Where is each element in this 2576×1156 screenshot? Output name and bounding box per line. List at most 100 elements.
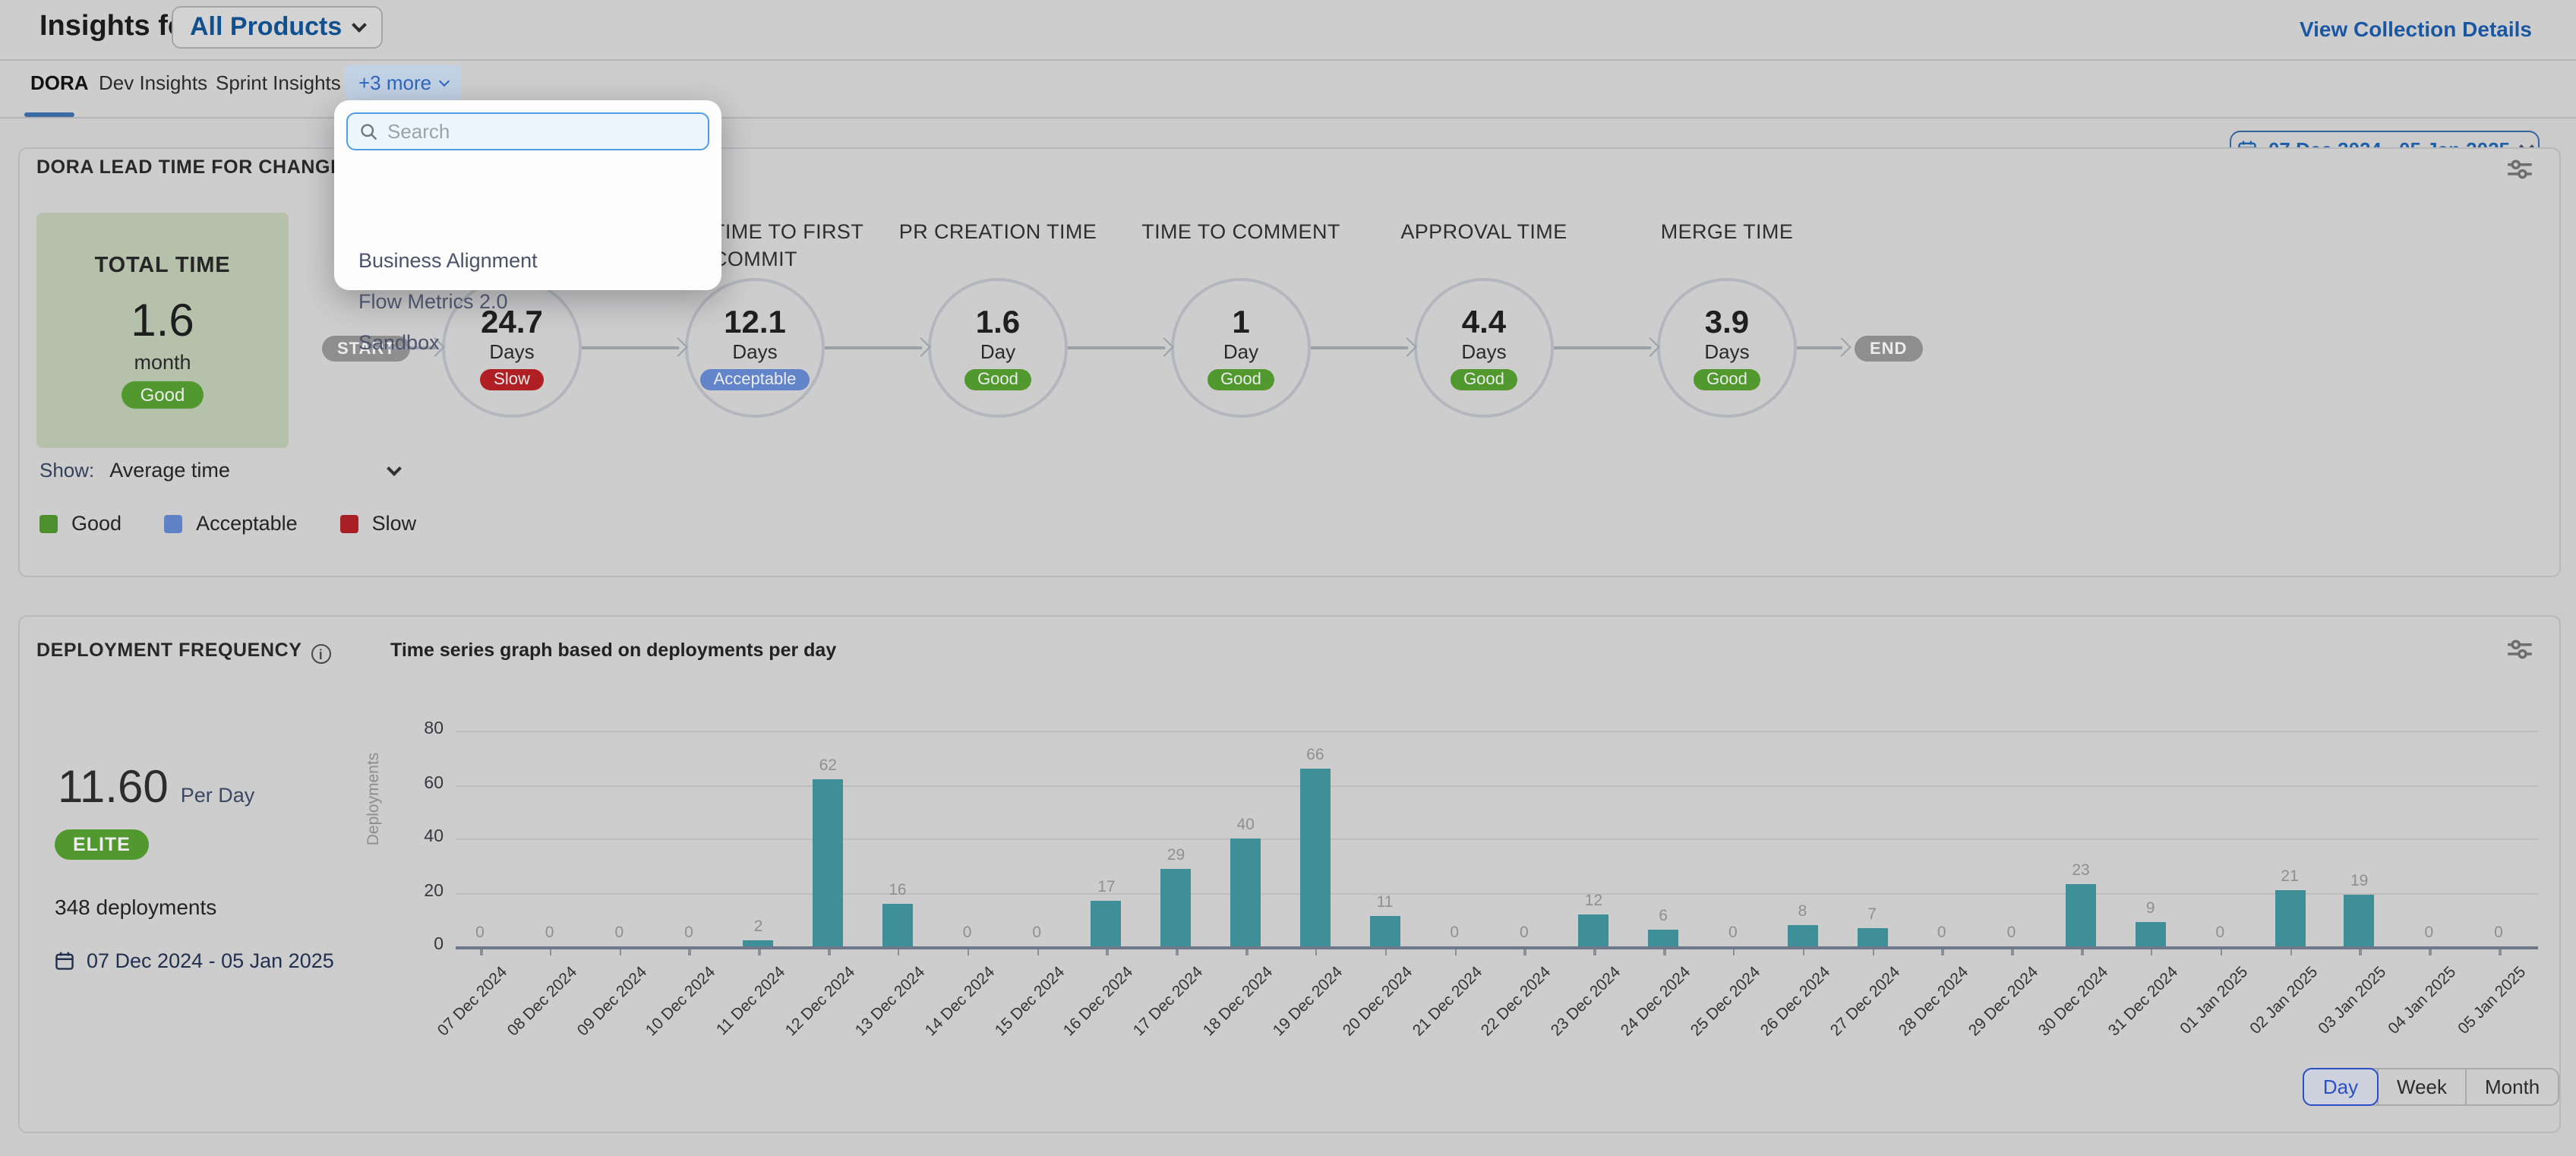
deployment-bar[interactable] — [743, 941, 774, 946]
widget-settings-icon[interactable] — [2506, 638, 2533, 659]
x-tick — [2081, 949, 2083, 955]
deployment-bar[interactable] — [2136, 922, 2166, 946]
collection-selector-button[interactable]: All Products — [172, 6, 383, 49]
y-tick-label: 60 — [365, 774, 444, 792]
more-tabs-button[interactable]: +3 more — [345, 65, 462, 100]
bar-value-label: 0 — [1981, 924, 2041, 942]
menu-item-business-alignment[interactable]: Business Alignment — [334, 240, 721, 281]
deployment-bar[interactable] — [2275, 889, 2305, 946]
widget-settings-icon[interactable] — [2506, 158, 2533, 179]
x-tick — [1176, 949, 1179, 955]
x-tick — [2151, 949, 2153, 955]
show-selector[interactable]: Show: Average time — [39, 459, 400, 482]
menu-item-flow-metrics[interactable]: Flow Metrics 2.0 — [334, 281, 721, 322]
stage-rating-badge: Good — [1693, 368, 1761, 390]
bar-value-label: 0 — [2189, 924, 2250, 942]
bar-value-label: 2 — [728, 918, 789, 936]
deployment-bar[interactable] — [2066, 884, 2096, 946]
stage-value: 12.1 — [724, 306, 786, 340]
stage-value: 1.6 — [976, 306, 1020, 340]
menu-item-sandbox[interactable]: Sandbox — [334, 322, 721, 363]
bar-value-label: 12 — [1563, 891, 1624, 909]
total-time-summary: TOTAL TIME 1.6 month Good — [36, 213, 289, 448]
chevron-down-icon — [352, 17, 367, 33]
active-tab-underline — [24, 112, 74, 117]
rating-legend: Good Acceptable Slow — [39, 512, 416, 535]
deployment-bar[interactable] — [1230, 839, 1261, 946]
bar-value-label: 8 — [1772, 902, 1833, 921]
deployment-bar[interactable] — [2344, 895, 2375, 946]
bar-value-label: 9 — [2120, 899, 2181, 918]
x-tick — [828, 949, 830, 955]
x-tick — [2290, 949, 2292, 955]
x-tick — [1524, 949, 1526, 955]
bar-value-label: 40 — [1215, 816, 1276, 834]
tab-sprint-insights[interactable]: Sprint Insights — [216, 71, 341, 94]
deployment-bar[interactable] — [1787, 925, 1817, 946]
bar-value-label: 0 — [589, 924, 649, 942]
x-tick — [1245, 949, 1248, 955]
more-tabs-label: +3 more — [358, 71, 431, 94]
performance-badge: ELITE — [55, 829, 149, 860]
bar-value-label: 21 — [2259, 867, 2320, 885]
bar-value-label: 0 — [1424, 924, 1485, 942]
search-icon — [360, 122, 378, 141]
bar-value-label: 0 — [2398, 924, 2459, 942]
x-axis-line — [456, 946, 2538, 949]
tab-dora[interactable]: DORA — [30, 71, 89, 94]
connector-line — [1068, 346, 1165, 349]
bar-value-label: 29 — [1146, 845, 1207, 864]
deployment-bar[interactable] — [1161, 868, 1192, 946]
show-label: Show: — [39, 459, 94, 482]
granularity-week-button[interactable]: Week — [2377, 1069, 2465, 1104]
y-tick-label: 0 — [365, 936, 444, 954]
granularity-month-button[interactable]: Month — [2465, 1069, 2558, 1104]
stage-circle: 3.9DaysGood — [1657, 278, 1797, 418]
total-time-unit: month — [36, 351, 289, 374]
deployment-bar[interactable] — [1300, 769, 1331, 946]
x-tick — [1942, 949, 1944, 955]
tab-dev-insights[interactable]: Dev Insights — [99, 71, 207, 94]
bar-value-label: 16 — [867, 880, 928, 899]
bar-value-label: 7 — [1842, 905, 1902, 923]
granularity-day-button[interactable]: Day — [2303, 1068, 2379, 1106]
stage-rating-badge: Slow — [480, 368, 544, 390]
bar-value-label: 0 — [1911, 924, 1972, 942]
deployment-bar[interactable] — [813, 779, 843, 946]
total-deployments-text: 348 deployments — [55, 895, 216, 919]
gridline — [456, 731, 2538, 732]
bar-value-label: 66 — [1285, 746, 1346, 764]
deployment-bar[interactable] — [1578, 914, 1608, 946]
legend-swatch-good — [39, 514, 58, 532]
deployment-bar[interactable] — [1648, 930, 1678, 946]
collection-selector-label: All Products — [190, 12, 342, 43]
menu-search-input[interactable] — [387, 120, 676, 143]
x-tick — [1663, 949, 1665, 955]
deployment-bar[interactable] — [1370, 917, 1400, 946]
stage-unit: Day — [980, 340, 1015, 364]
bar-value-label: 62 — [797, 756, 858, 775]
pipeline-end-badge: END — [1855, 336, 1922, 362]
y-tick-label: 80 — [365, 720, 444, 738]
total-time-label: TOTAL TIME — [36, 254, 289, 278]
view-collection-details-link[interactable]: View Collection Details — [2300, 17, 2532, 41]
legend-swatch-slow — [340, 514, 358, 532]
deployment-bar[interactable] — [1857, 927, 1887, 946]
bar-value-label: 0 — [658, 924, 719, 942]
x-tick — [968, 949, 970, 955]
info-icon[interactable]: i — [311, 644, 331, 664]
y-tick-label: 20 — [365, 882, 444, 900]
x-tick — [1454, 949, 1457, 955]
deployment-bar[interactable] — [1091, 901, 1122, 946]
menu-search-box[interactable] — [346, 112, 709, 150]
stage-unit: Days — [1461, 340, 1506, 364]
bar-value-label: 6 — [1633, 908, 1694, 926]
deployment-bar[interactable] — [882, 903, 913, 946]
show-value: Average time — [109, 459, 230, 482]
x-tick — [619, 949, 621, 955]
legend-swatch-acceptable — [164, 514, 182, 532]
stage-label: PR CREATION TIME — [869, 219, 1127, 245]
more-tabs-menu: Business Alignment Flow Metrics 2.0 Sand… — [334, 100, 721, 290]
stage-label: APPROVAL TIME — [1355, 219, 1613, 245]
stage-circle: 1DayGood — [1171, 278, 1311, 418]
